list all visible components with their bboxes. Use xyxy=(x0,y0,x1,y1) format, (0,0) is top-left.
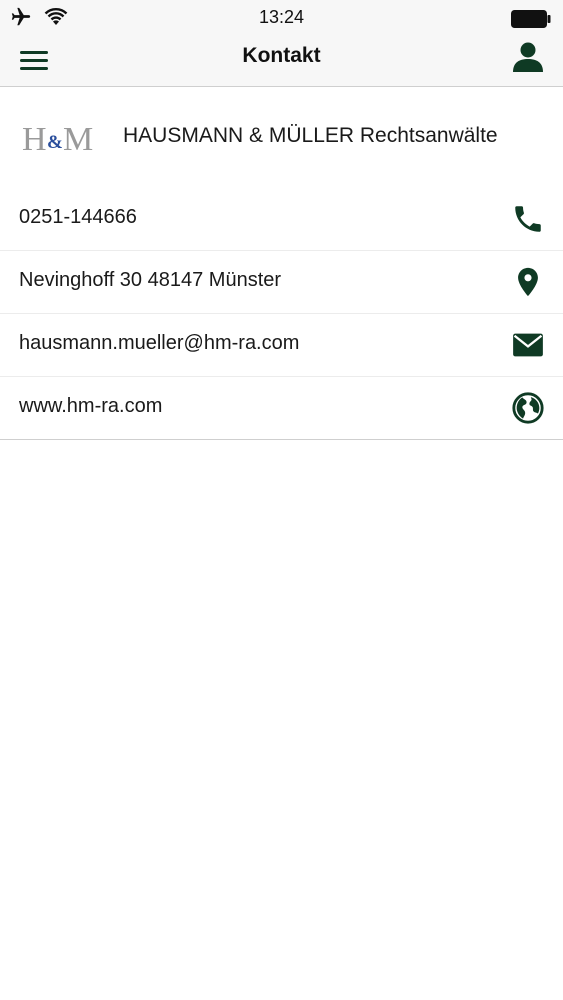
svg-text:&: & xyxy=(47,132,63,153)
contact-list: 0251-144666 Nevinghoff 30 48147 Münster … xyxy=(0,188,563,440)
firm-name: HAUSMANN & MÜLLER Rechtsanwälte xyxy=(123,124,498,147)
phone-number: 0251-144666 xyxy=(19,206,137,228)
nav-bar: Kontakt xyxy=(0,36,563,87)
battery-icon xyxy=(511,10,551,28)
contact-address-row[interactable]: Nevinghoff 30 48147 Münster xyxy=(0,251,563,314)
firm-logo: H & M xyxy=(22,121,93,158)
firm-header: H & M HAUSMANN & MÜLLER Rechtsanwälte xyxy=(0,110,563,166)
status-time: 13:24 xyxy=(258,7,305,27)
website-url: www.hm-ra.com xyxy=(19,395,163,417)
globe-icon[interactable] xyxy=(511,391,545,425)
contact-website-row[interactable]: www.hm-ra.com xyxy=(0,377,563,439)
phone-icon[interactable] xyxy=(511,202,545,236)
mail-icon[interactable] xyxy=(511,328,545,362)
svg-text:H: H xyxy=(22,121,47,158)
contact-email-row[interactable]: hausmann.mueller@hm-ra.com xyxy=(0,314,563,377)
street-address: Nevinghoff 30 48147 Münster xyxy=(19,269,282,291)
svg-text:M: M xyxy=(63,121,93,158)
status-bar: 13:24 xyxy=(0,0,563,36)
user-profile-icon[interactable] xyxy=(511,40,545,74)
email-address: hausmann.mueller@hm-ra.com xyxy=(19,332,300,354)
page-title: Kontakt xyxy=(242,44,321,67)
location-pin-icon[interactable] xyxy=(511,265,545,299)
contact-phone-row[interactable]: 0251-144666 xyxy=(0,188,563,251)
